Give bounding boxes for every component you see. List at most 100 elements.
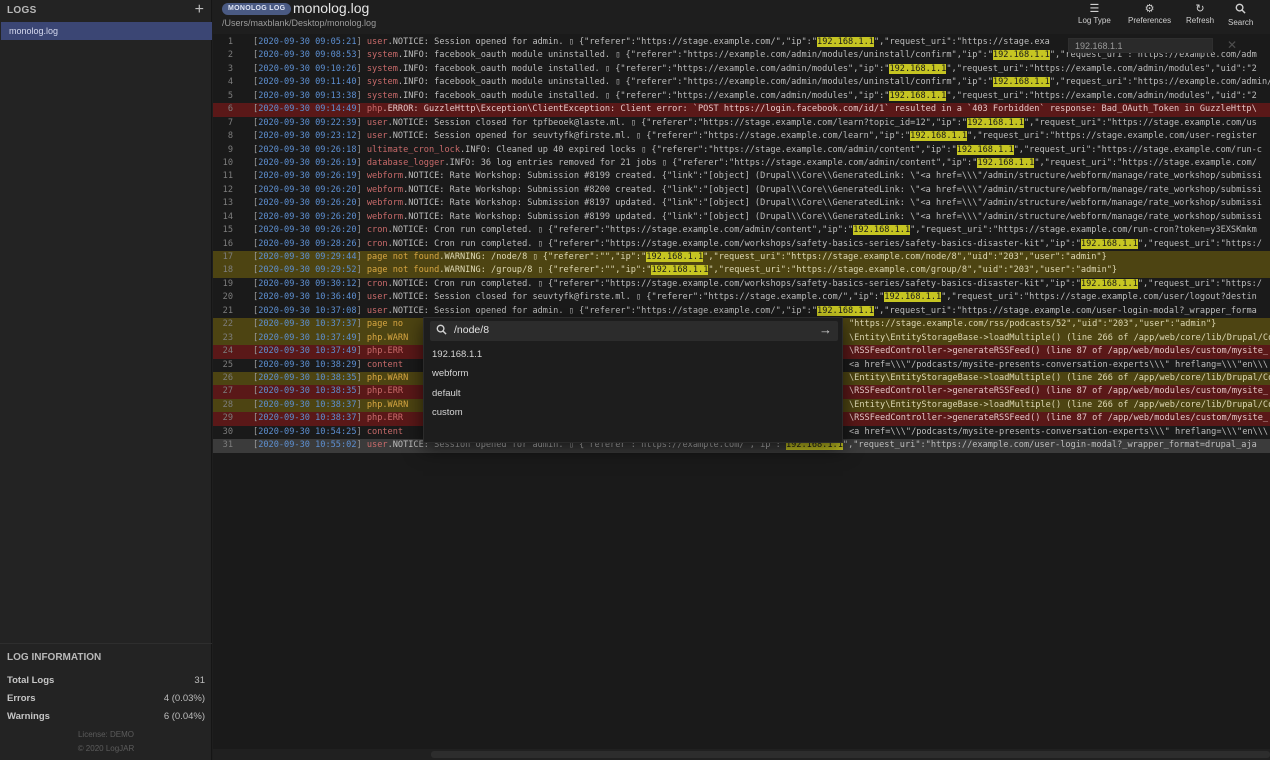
log-line[interactable]: 14 [2020-09-30 09:26:20] webform.NOTICE: … (213, 211, 1270, 224)
log-level: .NOTICE: (387, 117, 429, 128)
suggestion-item[interactable]: custom (432, 406, 832, 420)
log-message: Session opened for seuvtyfk@firste.ml. ▯… (428, 131, 911, 142)
log-level: .NOTICE: (387, 131, 429, 142)
log-timestamp: 2020-09-30 09:26:20 (258, 211, 357, 222)
log-message-tail: \Entity\EntityStorageBase->loadMultiple(… (849, 399, 1270, 410)
close-icon[interactable]: ✕ (1227, 38, 1237, 52)
line-number: 13 (222, 198, 233, 209)
bracket: ] (356, 184, 367, 195)
log-line[interactable]: 20 [2020-09-30 10:36:40] user.NOTICE: Ses… (213, 291, 1270, 304)
bracket: ] (356, 117, 367, 128)
log-level: .WARNING: (439, 265, 486, 276)
log-timestamp: 2020-09-30 10:54:25 (258, 426, 357, 437)
log-channel: php.ERR (366, 386, 404, 397)
suggestion-item[interactable]: default (432, 387, 832, 401)
log-message: /group/8 ▯ {"referer":"","ip":" (485, 265, 652, 276)
log-timestamp: 2020-09-30 09:11:40 (258, 77, 357, 88)
line-number: 7 (227, 117, 233, 128)
bracket: ] (356, 440, 367, 451)
sidebar-item-monolog-log[interactable]: monolog.log (1, 22, 212, 40)
log-channel: cron (366, 238, 388, 249)
log-line[interactable]: 9 [2020-09-30 09:26:18] ultimate_cron_loc… (213, 144, 1270, 157)
bracket: ] (356, 90, 367, 101)
log-line[interactable]: 11 [2020-09-30 09:26:19] webform.NOTICE: … (213, 170, 1270, 183)
suggestion-item[interactable]: webform (432, 367, 832, 381)
log-line[interactable]: 6 [2020-09-30 09:14:49] php.ERROR: Guzzle… (213, 103, 1270, 117)
bracket: ] (356, 211, 367, 222)
line-number: 21 (222, 305, 233, 316)
file-path: /Users/maxblank/Desktop/monolog.log (222, 18, 377, 28)
log-line[interactable]: 4 [2020-09-30 09:11:40] system.INFO: face… (213, 76, 1270, 89)
bracket: ] (356, 50, 367, 61)
log-type-button[interactable]: ☰ Log Type (1078, 3, 1111, 25)
search-button[interactable]: Search (1228, 3, 1253, 27)
tool-label: Preferences (1128, 16, 1172, 25)
bracket: ] (356, 131, 367, 142)
tool-label: Refresh (1186, 16, 1215, 25)
bracket: ] (356, 104, 367, 115)
log-timestamp: 2020-09-30 09:14:49 (258, 104, 357, 115)
ip-highlight: 192.168.1.1 (889, 90, 947, 101)
log-line[interactable]: 5 [2020-09-30 09:13:38] system.INFO: face… (213, 90, 1270, 103)
preferences-button[interactable]: ⚙ Preferences (1128, 3, 1171, 25)
log-line[interactable]: 13 [2020-09-30 09:26:20] webform.NOTICE: … (213, 197, 1270, 210)
log-message: Rate Workshop: Submission #8199 created.… (444, 171, 1262, 182)
info-label: Warnings (7, 710, 50, 722)
bracket: ] (356, 332, 367, 343)
horizontal-scrollbar[interactable] (213, 749, 1270, 760)
line-number: 19 (222, 278, 233, 289)
arrow-right-icon[interactable]: → (819, 322, 832, 337)
log-line[interactable]: 8 [2020-09-30 09:23:12] user.NOTICE: Sess… (213, 130, 1270, 143)
log-timestamp: 2020-09-30 09:30:12 (258, 278, 357, 289)
menu-lines-icon: ☰ (1089, 3, 1100, 15)
log-message-rest: ","request_uri":"https://stage.example.c… (1023, 117, 1257, 128)
refresh-button[interactable]: ↻ Refresh (1186, 3, 1214, 25)
log-line[interactable]: 7 [2020-09-30 09:22:39] user.NOTICE: Sess… (213, 117, 1270, 130)
log-timestamp: 2020-09-30 09:26:18 (258, 144, 357, 155)
scrollbar-thumb[interactable] (431, 751, 1270, 758)
log-line[interactable]: 19 [2020-09-30 09:30:12] cron.NOTICE: Cro… (213, 278, 1270, 291)
ip-highlight: 192.168.1.1 (977, 157, 1035, 168)
log-line[interactable]: 17 [2020-09-30 09:29:44] page not found.W… (213, 251, 1270, 265)
log-timestamp: 2020-09-30 10:37:49 (258, 346, 357, 357)
log-message-rest: ","request_uri":"https://stage.example.c… (708, 265, 1118, 276)
log-line[interactable]: 18 [2020-09-30 09:29:52] page not found.W… (213, 264, 1270, 278)
line-number: 4 (227, 77, 233, 88)
filter-input[interactable] (1068, 38, 1213, 53)
log-message: Session opened for admin. ▯ {"referer":"… (428, 37, 818, 47)
ip-highlight: 192.168.1.1 (1080, 238, 1138, 249)
log-timestamp: 2020-09-30 09:26:20 (258, 198, 357, 209)
log-timestamp: 2020-09-30 09:29:44 (258, 252, 357, 262)
ip-highlight: 192.168.1.1 (817, 305, 874, 316)
log-channel: page not found (366, 265, 440, 276)
ip-highlight: 192.168.1.1 (956, 144, 1014, 155)
bracket: ] (356, 198, 367, 209)
log-level: .NOTICE: (387, 305, 429, 316)
plus-icon[interactable]: + (195, 2, 204, 18)
log-line[interactable]: 15 [2020-09-30 09:26:20] cron.NOTICE: Cro… (213, 224, 1270, 237)
log-line[interactable]: 16 [2020-09-30 09:28:26] cron.NOTICE: Cro… (213, 238, 1270, 251)
sidebar-header: LOGS + (0, 0, 211, 20)
log-message-rest: ","request_uri":"https://example.com/adm… (946, 90, 1257, 101)
log-channel: user (366, 292, 388, 303)
search-input[interactable] (454, 324, 794, 336)
log-timestamp: 2020-09-30 09:08:53 (258, 50, 357, 61)
log-message-rest: ","request_uri":"https:/ (1137, 278, 1262, 289)
log-message-tail: <a href=\\\"/podcasts/mysite-presents-co… (849, 359, 1269, 370)
log-level: .NOTICE: (403, 211, 445, 222)
info-row-errors: Errors 4 (0.03%) (7, 689, 205, 707)
tool-label: Log Type (1078, 16, 1111, 25)
log-line[interactable]: 3 [2020-09-30 09:10:26] system.INFO: face… (213, 63, 1270, 76)
refresh-icon: ↻ (1195, 3, 1205, 15)
log-channel: content (366, 359, 404, 370)
bracket: ] (356, 171, 367, 182)
log-message: Cleaned up 40 expired locks ▯ {"referer"… (491, 144, 957, 155)
log-timestamp: 2020-09-30 10:37:08 (258, 305, 357, 316)
log-line[interactable]: 12 [2020-09-30 09:26:20] webform.NOTICE: … (213, 184, 1270, 197)
suggestion-item[interactable]: 192.168.1.1 (432, 348, 832, 362)
line-number: 9 (227, 144, 233, 155)
log-line[interactable]: 10 [2020-09-30 09:26:19] database_logger.… (213, 157, 1270, 170)
log-message-rest: ","request_uri":"https://stage.example.c… (967, 131, 1257, 142)
bracket: ] (356, 426, 367, 437)
ip-highlight: 192.168.1.1 (884, 292, 942, 303)
